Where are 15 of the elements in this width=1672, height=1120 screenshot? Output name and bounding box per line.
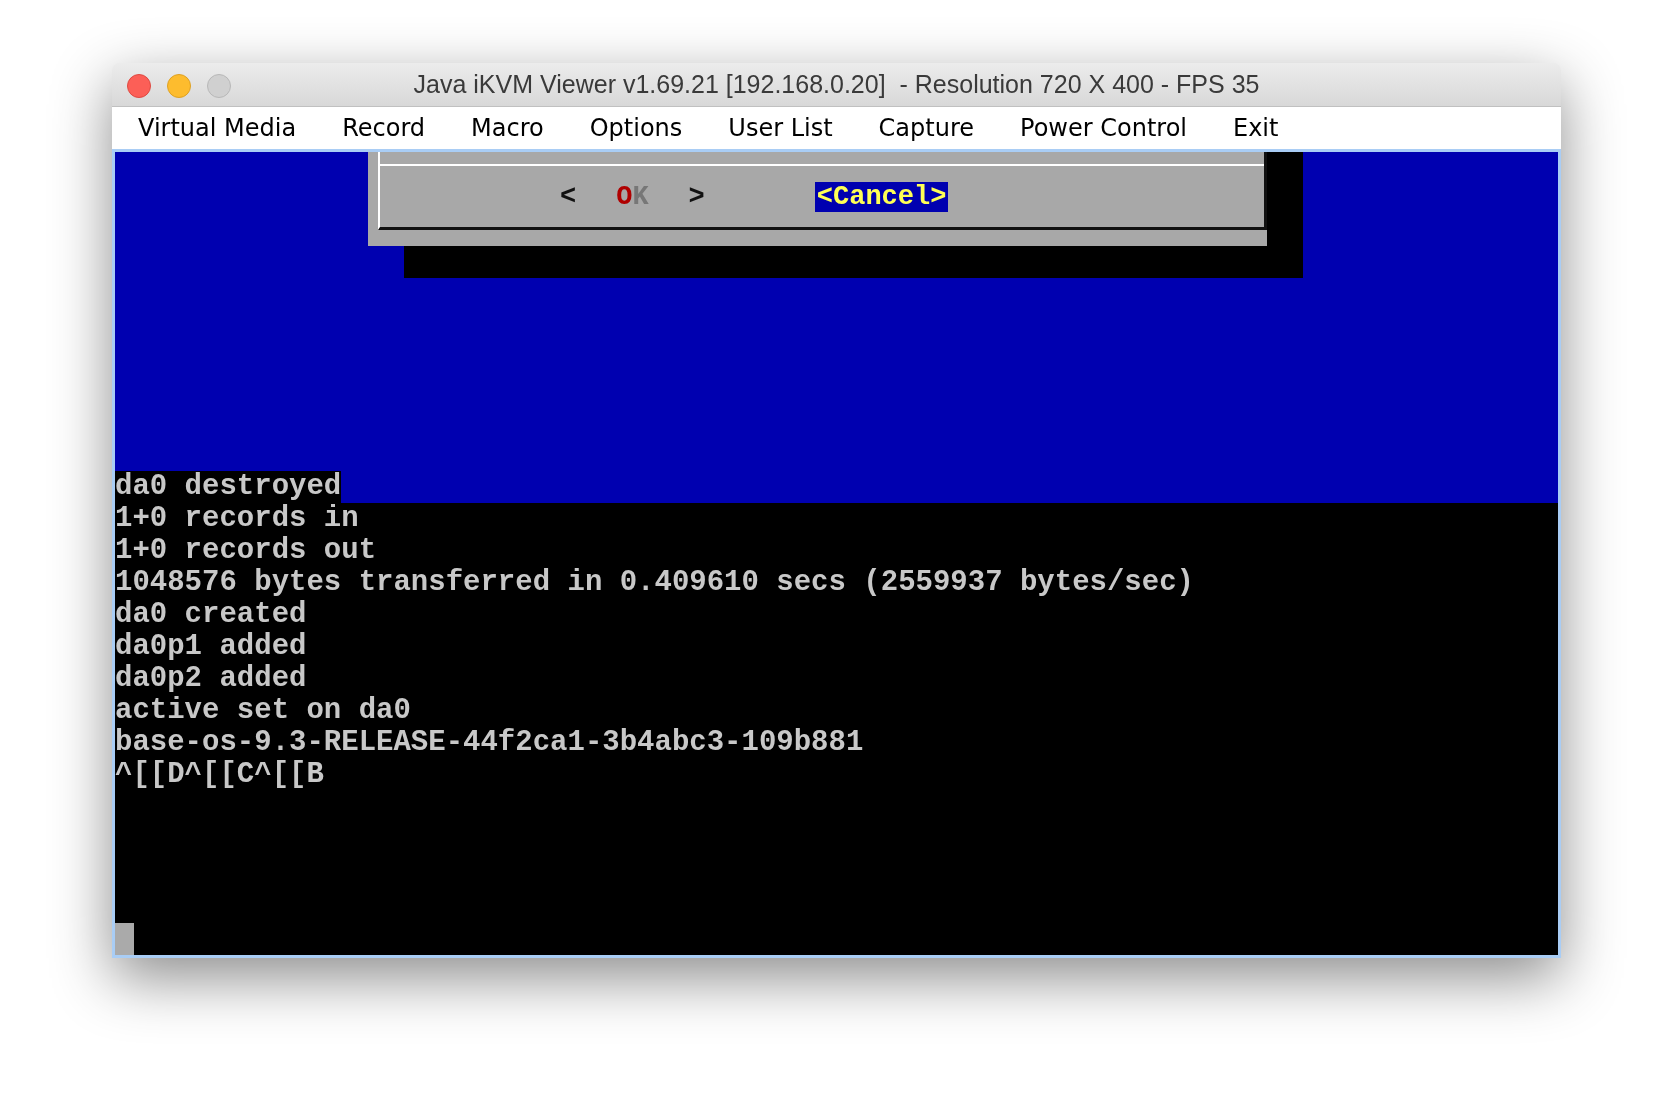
menu-item[interactable]: Virtual Media (138, 110, 297, 146)
zoom-button[interactable] (207, 74, 231, 98)
menu-item[interactable]: Power Control (1020, 110, 1187, 146)
minimize-button[interactable] (167, 74, 191, 98)
menu-item[interactable]: Macro (471, 110, 544, 146)
dialog-button[interactable]: <Cancel> (814, 181, 949, 212)
close-button[interactable] (127, 74, 151, 98)
menu-item[interactable]: Options (589, 110, 683, 146)
menu-item[interactable]: Exit (1233, 110, 1279, 146)
window-title: Java iKVM Viewer v1.69.21 [192.168.0.20] - Resolution 720 X 400 - FPS 35 (413, 68, 1260, 100)
menu-item[interactable]: User List (728, 110, 833, 146)
menu-item[interactable]: Record (342, 110, 426, 146)
cursor-block (115, 923, 134, 955)
dialog-button[interactable]: < OK > (560, 181, 705, 212)
menu-item[interactable]: Capture (878, 110, 975, 146)
